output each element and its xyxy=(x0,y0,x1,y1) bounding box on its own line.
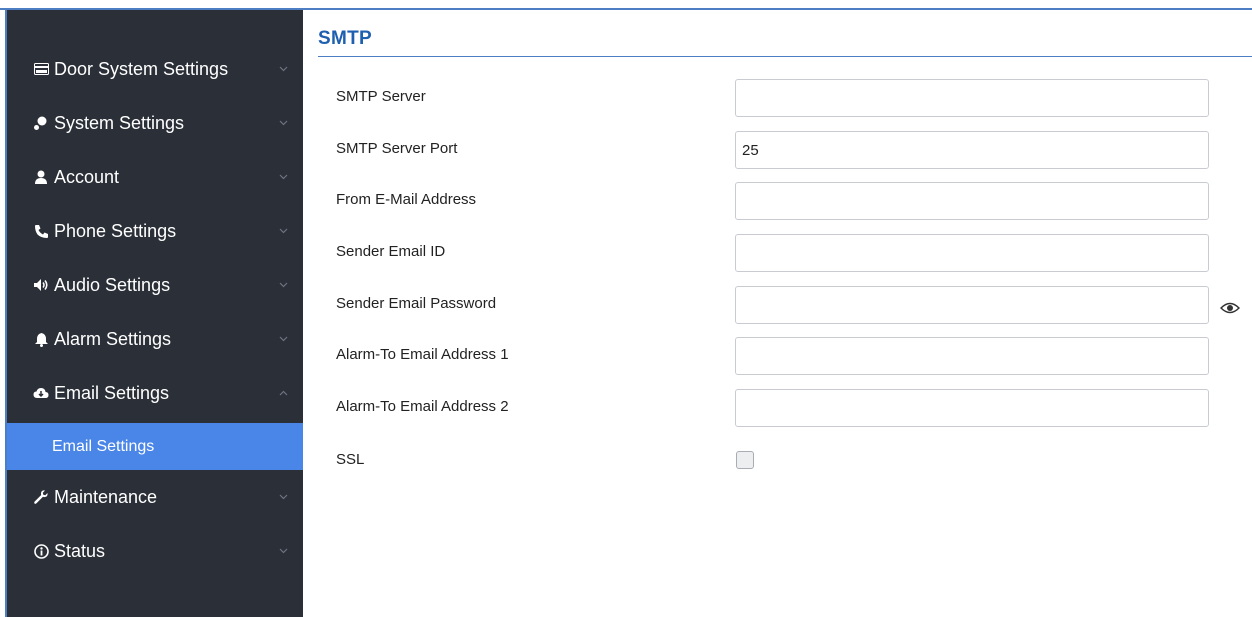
from-email-input[interactable] xyxy=(735,182,1209,220)
sidebar-item-phone-settings[interactable]: Phone Settings xyxy=(7,204,303,258)
chevron-down-icon xyxy=(277,545,289,557)
smtp-port-label: SMTP Server Port xyxy=(336,140,458,157)
sidebar-item-label: Door System Settings xyxy=(54,58,229,79)
chevron-down-icon xyxy=(277,117,289,129)
sidebar-item-label: Account xyxy=(54,166,120,187)
chevron-down-icon xyxy=(277,63,289,75)
chevron-down-icon xyxy=(277,171,289,183)
info-icon xyxy=(33,543,49,559)
keys-icon xyxy=(33,115,49,131)
sidebar-item-account[interactable]: Account xyxy=(7,150,303,204)
sidebar-subitem-label: Email Settings xyxy=(52,437,155,455)
section-title: SMTP xyxy=(318,28,372,49)
chevron-down-icon xyxy=(277,279,289,291)
sidebar-item-label: Status xyxy=(54,540,106,561)
sidebar-item-alarm-settings[interactable]: Alarm Settings xyxy=(7,312,303,366)
ssl-checkbox[interactable] xyxy=(736,451,754,469)
chevron-up-icon xyxy=(277,387,289,399)
speaker-icon xyxy=(33,277,49,293)
chevron-down-icon xyxy=(277,225,289,237)
sidebar-item-status[interactable]: Status xyxy=(7,524,303,578)
sidebar-item-label: Maintenance xyxy=(54,486,158,507)
section-divider xyxy=(318,56,1252,57)
smtp-server-label: SMTP Server xyxy=(336,88,426,105)
eye-icon[interactable] xyxy=(1220,301,1240,315)
sender-password-label: Sender Email Password xyxy=(336,295,497,312)
sidebar-item-maintenance[interactable]: Maintenance xyxy=(7,470,303,524)
ssl-label: SSL xyxy=(336,451,365,468)
sender-password-input[interactable] xyxy=(735,286,1209,324)
sidebar-item-door-system-settings[interactable]: Door System Settings xyxy=(7,42,303,96)
sender-email-id-label: Sender Email ID xyxy=(336,243,446,260)
from-email-label: From E-Mail Address xyxy=(336,191,477,208)
alarm-to-email-1-input[interactable] xyxy=(735,337,1209,375)
alarm-to-email-2-label: Alarm-To Email Address 2 xyxy=(336,398,509,415)
chevron-down-icon xyxy=(277,491,289,503)
sidebar-item-label: Alarm Settings xyxy=(54,328,172,349)
sidebar-item-label: System Settings xyxy=(54,112,185,133)
sidebar: Door System Settings System Settings Acc… xyxy=(7,10,303,617)
bell-icon xyxy=(33,331,49,347)
sidebar-item-label: Phone Settings xyxy=(54,220,177,241)
smtp-port-input[interactable] xyxy=(735,131,1209,169)
alarm-to-email-2-input[interactable] xyxy=(735,389,1209,427)
cloud-icon xyxy=(33,385,49,401)
user-icon xyxy=(33,169,49,185)
alarm-to-email-1-label: Alarm-To Email Address 1 xyxy=(336,346,509,363)
sidebar-item-audio-settings[interactable]: Audio Settings xyxy=(7,258,303,312)
sidebar-item-email-settings[interactable]: Email Settings xyxy=(7,366,303,420)
sender-email-id-input[interactable] xyxy=(735,234,1209,272)
phone-icon xyxy=(33,223,49,239)
sidebar-subitem-email-settings[interactable]: Email Settings xyxy=(7,423,303,470)
sidebar-item-label: Email Settings xyxy=(54,382,170,403)
card-icon xyxy=(33,61,49,77)
sidebar-item-system-settings[interactable]: System Settings xyxy=(7,96,303,150)
wrench-icon xyxy=(33,489,49,505)
smtp-server-input[interactable] xyxy=(735,79,1209,117)
sidebar-item-label: Audio Settings xyxy=(54,274,171,295)
chevron-down-icon xyxy=(277,333,289,345)
